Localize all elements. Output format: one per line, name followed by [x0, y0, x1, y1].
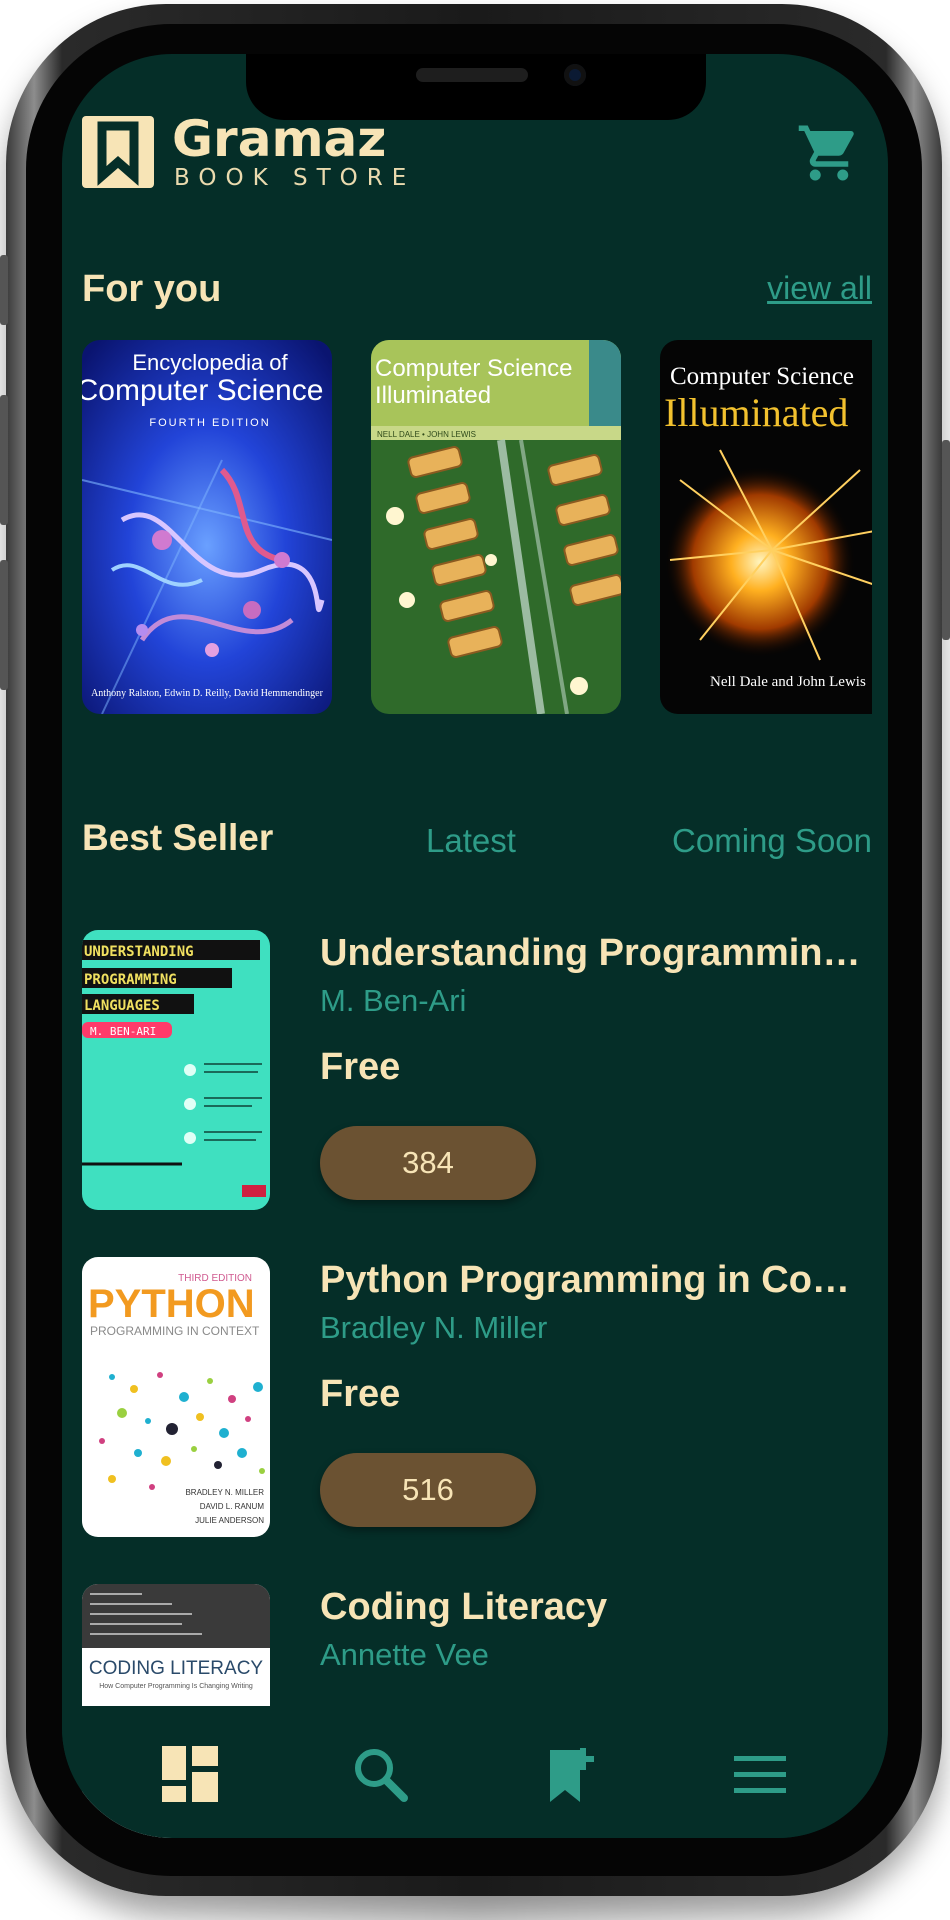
cover-authors: NELL DALE • JOHN LEWIS — [377, 430, 476, 439]
cover-title-line1: Computer Science — [375, 355, 572, 382]
book-count-button[interactable]: 384 — [320, 1126, 536, 1200]
bottom-navigation — [62, 1706, 888, 1838]
cover-title-line1: Computer Science — [670, 363, 854, 390]
thumb-line4: M. BEN-ARI — [90, 1025, 156, 1038]
tab-latest[interactable]: Latest — [426, 822, 516, 860]
dashboard-icon[interactable] — [160, 1744, 220, 1804]
speaker — [416, 68, 528, 82]
book-title[interactable]: Coding Literacy — [320, 1584, 872, 1630]
app-screen: Gramaz BOOK STORE For you view all Encyc… — [62, 54, 888, 1838]
book-author: M. Ben-Ari — [320, 983, 467, 1018]
front-camera — [564, 64, 586, 86]
book-title[interactable]: Understanding Programmin… — [320, 930, 872, 976]
cover-edition: FOURTH EDITION — [149, 417, 270, 429]
brand-subtitle: BOOK STORE — [174, 165, 416, 191]
book-price: Free — [320, 1046, 401, 1088]
thumb-line2: PROGRAMMING — [84, 972, 177, 988]
bookmark-add-icon[interactable] — [540, 1744, 600, 1804]
silent-switch — [0, 255, 8, 325]
tab-coming-soon[interactable]: Coming Soon — [672, 822, 872, 860]
volume-down-button — [0, 560, 8, 690]
book-author: Bradley N. Miller — [320, 1310, 548, 1345]
for-you-title: For you — [82, 268, 222, 310]
book-title[interactable]: Python Programming in Con… — [320, 1257, 872, 1303]
thumb-author1: BRADLEY N. MILLER — [185, 1488, 264, 1497]
for-you-carousel[interactable]: Encyclopedia of Computer Science FOURTH … — [82, 340, 872, 714]
book-list-item[interactable]: UNDERSTANDING PROGRAMMING LANGUAGES M. B… — [82, 930, 872, 1220]
book-cover-cs-illuminated-black[interactable]: Computer Science Illuminated Nell Dale a… — [660, 340, 872, 714]
book-price: Free — [320, 1373, 401, 1415]
thumb-line1: PYTHON — [88, 1282, 255, 1326]
book-list-item[interactable]: THIRD EDITION PYTHON PROGRAMMING IN CONT… — [82, 1257, 872, 1547]
notch — [246, 54, 706, 120]
bookmark-logo-icon — [82, 116, 154, 188]
cover-title-line2: Illuminated — [375, 382, 491, 409]
cover-title-line2: Illuminated — [664, 390, 848, 435]
search-icon[interactable] — [350, 1744, 410, 1804]
book-count-button[interactable]: 516 — [320, 1453, 536, 1527]
thumb-author3: JULIE ANDERSON — [195, 1516, 264, 1525]
cover-authors: Anthony Ralston, Edwin D. Reilly, David … — [91, 688, 323, 699]
volume-up-button — [0, 395, 8, 525]
power-button — [942, 440, 950, 640]
view-all-link[interactable]: view all — [767, 270, 872, 307]
cover-title-line1: Encyclopedia of — [132, 350, 288, 375]
thumb-line2: How Computer Programming Is Changing Wri… — [99, 1683, 253, 1690]
thumb-line1: CODING LITERACY — [89, 1658, 264, 1679]
menu-icon[interactable] — [730, 1744, 790, 1804]
cover-title-line2: Computer Science — [82, 374, 323, 407]
book-cover-encyclopedia[interactable]: Encyclopedia of Computer Science FOURTH … — [82, 340, 332, 714]
book-thumbnail: THIRD EDITION PYTHON PROGRAMMING IN CONT… — [82, 1257, 270, 1537]
tab-best-seller[interactable]: Best Seller — [82, 817, 273, 859]
thumb-line1: UNDERSTANDING — [84, 944, 194, 960]
thumb-line2: PROGRAMMING IN CONTEXT — [90, 1324, 260, 1338]
book-cover-cs-illuminated-green[interactable]: Computer Science Illuminated NELL DALE •… — [371, 340, 621, 714]
thumb-line3: LANGUAGES — [84, 998, 160, 1014]
book-author: Annette Vee — [320, 1637, 489, 1672]
thumb-author2: DAVID L. RANUM — [200, 1502, 265, 1511]
cover-authors: Nell Dale and John Lewis — [710, 674, 866, 690]
book-thumbnail: UNDERSTANDING PROGRAMMING LANGUAGES M. B… — [82, 930, 270, 1210]
shopping-cart-icon[interactable] — [796, 120, 862, 186]
